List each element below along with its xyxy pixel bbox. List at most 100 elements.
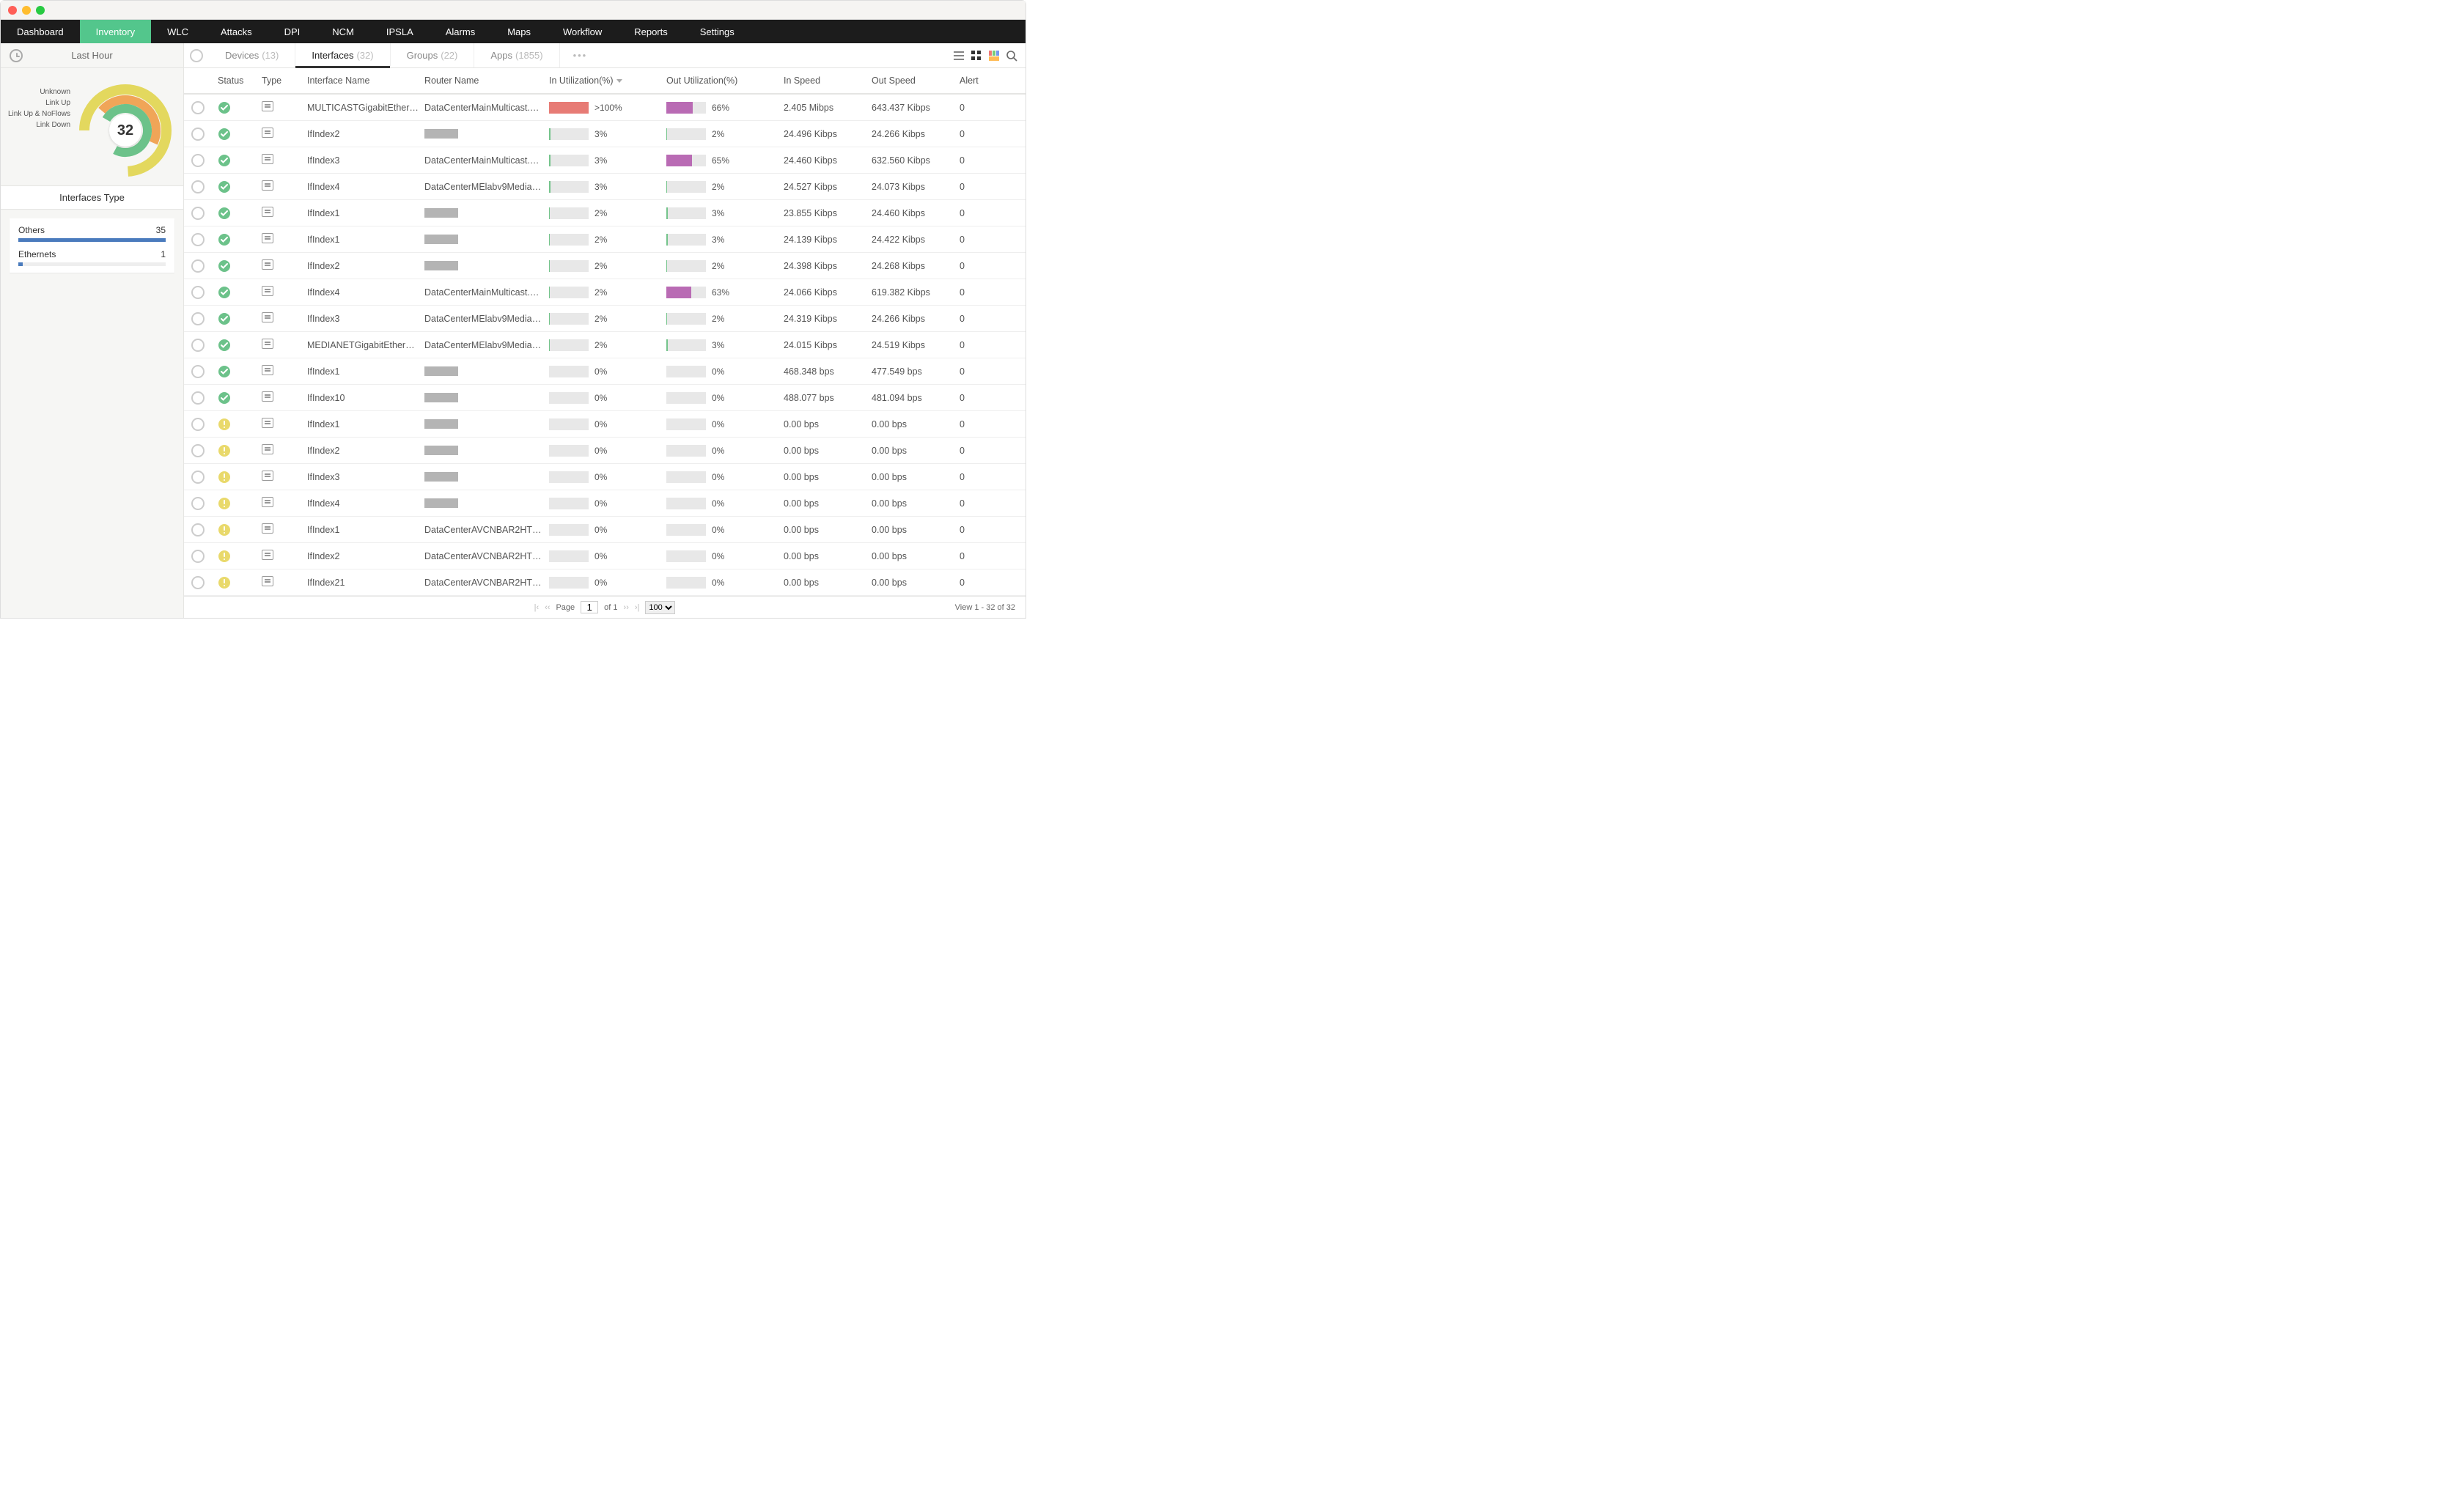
page-next-icon[interactable]: ›› — [624, 603, 629, 612]
row-checkbox[interactable] — [191, 286, 205, 299]
col-header[interactable]: Out Speed — [872, 75, 960, 86]
tab-interfaces[interactable]: Interfaces (32) — [295, 43, 390, 67]
nav-attacks[interactable]: Attacks — [205, 20, 268, 43]
row-checkbox[interactable] — [191, 523, 205, 536]
nav-reports[interactable]: Reports — [618, 20, 684, 43]
row-checkbox[interactable] — [191, 471, 205, 484]
status-ok-icon — [218, 286, 231, 299]
time-range-selector[interactable]: Last Hour — [1, 43, 183, 68]
status-warn-icon — [218, 444, 231, 457]
table-row[interactable]: IfIndex1 0% 0% 0.00 bps 0.00 bps 0 — [184, 411, 1026, 438]
table-row[interactable]: IfIndex1 DataCenterAVCNBAR2HTTP... 0% 0%… — [184, 517, 1026, 543]
more-actions-icon[interactable]: ••• — [560, 50, 601, 61]
nav-alarms[interactable]: Alarms — [430, 20, 491, 43]
row-checkbox[interactable] — [191, 101, 205, 114]
utilization-cell: 2% — [549, 207, 660, 219]
row-checkbox[interactable] — [191, 576, 205, 589]
alert-count: 0 — [960, 498, 1004, 509]
interface-type-icon — [262, 418, 273, 428]
row-checkbox[interactable] — [191, 259, 205, 273]
row-checkbox[interactable] — [191, 365, 205, 378]
row-checkbox[interactable] — [191, 312, 205, 325]
table-row[interactable]: MEDIANETGigabitEthernetm... DataCenterME… — [184, 332, 1026, 358]
in-speed: 0.00 bps — [784, 498, 872, 509]
nav-dashboard[interactable]: Dashboard — [1, 20, 80, 43]
table-row[interactable]: IfIndex1 2% 3% 24.139 Kibps 24.422 Kibps… — [184, 226, 1026, 253]
grid-view-icon[interactable] — [970, 49, 983, 62]
page-input[interactable] — [581, 601, 598, 613]
nav-dpi[interactable]: DPI — [268, 20, 317, 43]
row-checkbox[interactable] — [191, 233, 205, 246]
page-first-icon[interactable]: |‹ — [534, 603, 540, 612]
col-header[interactable]: In Utilization(%) — [549, 75, 666, 86]
nav-ipsla[interactable]: IPSLA — [370, 20, 430, 43]
table-row[interactable]: MULTICASTGigabitEthernet... DataCenterMa… — [184, 95, 1026, 121]
col-header[interactable]: Out Utilization(%) — [666, 75, 784, 86]
interface-type-icon — [262, 286, 273, 296]
row-checkbox[interactable] — [191, 207, 205, 220]
interface-type-item[interactable]: Others35 — [10, 221, 174, 246]
table-row[interactable]: IfIndex4 DataCenterMElabv9Mediane... 3% … — [184, 174, 1026, 200]
col-header[interactable]: In Speed — [784, 75, 872, 86]
out-speed: 0.00 bps — [872, 472, 960, 482]
interface-name: IfIndex1 — [307, 366, 424, 377]
tab-apps[interactable]: Apps (1855) — [474, 43, 559, 67]
nav-ncm[interactable]: NCM — [316, 20, 370, 43]
alert-count: 0 — [960, 472, 1004, 482]
table-row[interactable]: IfIndex3 DataCenterMElabv9Mediane... 2% … — [184, 306, 1026, 332]
nav-wlc[interactable]: WLC — [151, 20, 205, 43]
table-row[interactable]: IfIndex2 DataCenterAVCNBAR2HTTP... 0% 0%… — [184, 543, 1026, 569]
col-header[interactable]: Type — [262, 75, 307, 86]
page-prev-icon[interactable]: ‹‹ — [545, 603, 550, 612]
page-size-select[interactable]: 100 — [645, 601, 675, 614]
col-header[interactable]: Status — [218, 75, 262, 86]
row-checkbox[interactable] — [191, 180, 205, 193]
window-zoom-icon[interactable] — [36, 6, 45, 15]
table-row[interactable]: IfIndex4 0% 0% 0.00 bps 0.00 bps 0 — [184, 490, 1026, 517]
nav-inventory[interactable]: Inventory — [80, 20, 151, 43]
nav-workflow[interactable]: Workflow — [547, 20, 618, 43]
utilization-cell: 2% — [549, 287, 660, 298]
utilization-cell: 3% — [666, 207, 778, 219]
page-last-icon[interactable]: ›| — [635, 603, 640, 612]
window-minimize-icon[interactable] — [22, 6, 31, 15]
tab-devices[interactable]: Devices (13) — [209, 43, 295, 67]
row-checkbox[interactable] — [191, 339, 205, 352]
utilization-cell: 2% — [666, 260, 778, 272]
row-checkbox[interactable] — [191, 497, 205, 510]
out-speed: 0.00 bps — [872, 419, 960, 429]
interface-type-item[interactable]: Ethernets1 — [10, 246, 174, 270]
col-header[interactable]: Router Name — [424, 75, 549, 86]
nav-maps[interactable]: Maps — [491, 20, 547, 43]
table-row[interactable]: IfIndex1 2% 3% 23.855 Kibps 24.460 Kibps… — [184, 200, 1026, 226]
chart-view-icon[interactable] — [987, 49, 1001, 62]
table-row[interactable]: IfIndex3 0% 0% 0.00 bps 0.00 bps 0 — [184, 464, 1026, 490]
tab-groups[interactable]: Groups (22) — [391, 43, 475, 67]
nav-settings[interactable]: Settings — [684, 20, 751, 43]
table-row[interactable]: IfIndex4 DataCenterMainMulticast.m... 2%… — [184, 279, 1026, 306]
table-row[interactable]: IfIndex2 2% 2% 24.398 Kibps 24.268 Kibps… — [184, 253, 1026, 279]
utilization-cell: 0% — [549, 418, 660, 430]
row-checkbox[interactable] — [191, 391, 205, 405]
table-row[interactable]: IfIndex10 0% 0% 488.077 bps 481.094 bps … — [184, 385, 1026, 411]
utilization-cell: 2% — [549, 260, 660, 272]
table-row[interactable]: IfIndex3 DataCenterMainMulticast.m... 3%… — [184, 147, 1026, 174]
interface-type-icon — [262, 550, 273, 560]
select-all-checkbox[interactable] — [190, 49, 203, 62]
table-row[interactable]: IfIndex2 3% 2% 24.496 Kibps 24.266 Kibps… — [184, 121, 1026, 147]
utilization-cell: 2% — [549, 339, 660, 351]
list-view-icon[interactable] — [952, 49, 965, 62]
row-checkbox[interactable] — [191, 444, 205, 457]
row-checkbox[interactable] — [191, 128, 205, 141]
row-checkbox[interactable] — [191, 418, 205, 431]
col-header[interactable]: Alert — [960, 75, 1004, 86]
col-header[interactable]: Interface Name — [307, 75, 424, 86]
in-speed: 0.00 bps — [784, 578, 872, 588]
table-row[interactable]: IfIndex2 0% 0% 0.00 bps 0.00 bps 0 — [184, 438, 1026, 464]
window-close-icon[interactable] — [8, 6, 17, 15]
search-icon[interactable] — [1005, 49, 1018, 62]
row-checkbox[interactable] — [191, 154, 205, 167]
table-row[interactable]: IfIndex21 DataCenterAVCNBAR2HTTP... 0% 0… — [184, 569, 1026, 596]
row-checkbox[interactable] — [191, 550, 205, 563]
table-row[interactable]: IfIndex1 0% 0% 468.348 bps 477.549 bps 0 — [184, 358, 1026, 385]
